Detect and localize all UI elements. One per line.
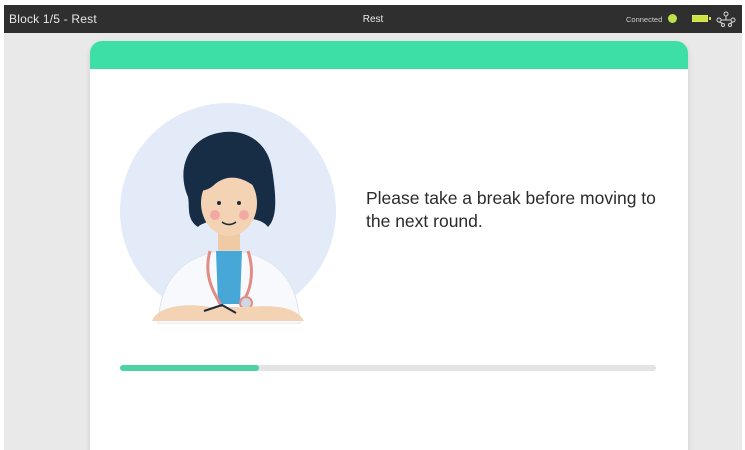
rest-progress-fill xyxy=(120,365,260,371)
card-header xyxy=(90,41,688,69)
app-screen: Block 1/5 - Rest Rest Connected Please t… xyxy=(4,5,742,450)
rest-progress-bar xyxy=(120,365,656,371)
top-bar: Block 1/5 - Rest Rest Connected xyxy=(4,5,742,33)
network-icon xyxy=(716,11,736,27)
connection-status-icon xyxy=(668,14,677,23)
connection-status-text: Connected xyxy=(626,15,663,24)
rest-message: Please take a break before moving to the… xyxy=(366,188,656,231)
doctor-illustration xyxy=(120,103,336,324)
rest-card: Please take a break before moving to the… xyxy=(90,41,688,450)
battery-icon xyxy=(692,15,711,22)
